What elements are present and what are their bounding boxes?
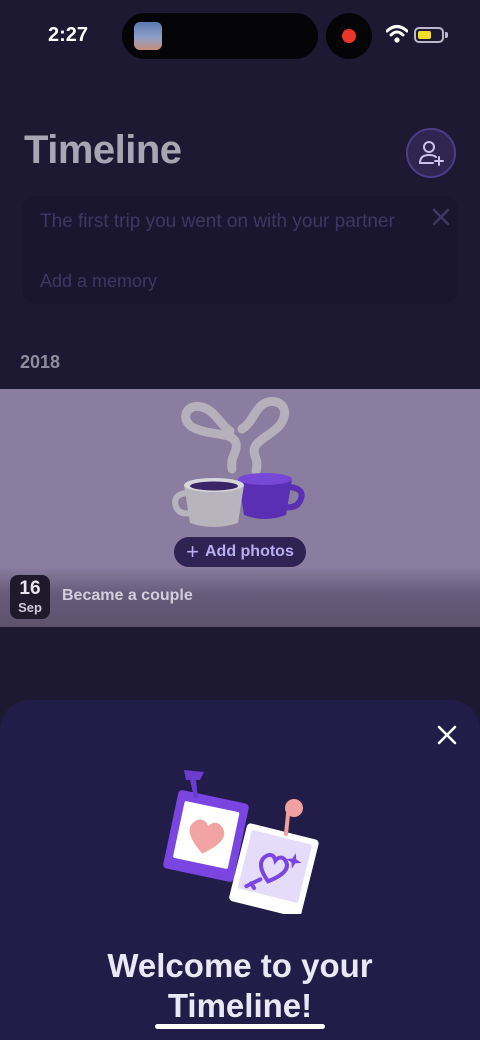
plus-icon: + (186, 539, 199, 564)
pinned-photos-icon (163, 770, 319, 914)
date-badge: 16 Sep (10, 575, 50, 619)
battery-cap (445, 32, 448, 38)
recording-indicator[interactable] (326, 13, 372, 59)
close-icon[interactable] (436, 724, 458, 746)
home-indicator[interactable] (155, 1024, 325, 1029)
battery-icon (414, 27, 444, 43)
add-photos-label: Add photos (204, 543, 294, 560)
page-title: Timeline (24, 128, 182, 172)
status-bar: 2:27 (0, 0, 480, 72)
suggestion-text: The first trip you went on with your par… (40, 211, 395, 232)
dynamic-island[interactable] (122, 13, 318, 59)
memory-title: Became a couple (62, 587, 193, 604)
year-heading: 2018 (20, 352, 61, 372)
memory-suggestion-card[interactable]: The first trip you went on with your par… (22, 196, 458, 304)
date-day: 16 (19, 578, 41, 599)
wifi-icon (386, 25, 408, 43)
add-photos-button[interactable]: + Add photos (174, 537, 306, 567)
close-icon[interactable] (430, 206, 452, 228)
status-time: 2:27 (48, 24, 89, 46)
add-memory-link[interactable]: Add a memory (40, 271, 157, 292)
add-partner-button[interactable] (406, 128, 456, 178)
memory-card[interactable]: + Add photos 16 Sep Became a couple (0, 389, 480, 627)
coffee-cups-icon (172, 397, 305, 527)
record-dot-icon (342, 29, 356, 43)
date-month: Sep (18, 600, 42, 615)
battery-level (418, 31, 431, 39)
add-person-icon (419, 141, 444, 166)
welcome-sheet: Welcome to your Timeline! (0, 700, 480, 1040)
live-activity-thumbnail (134, 22, 162, 50)
sheet-title: Welcome to your Timeline! (107, 947, 373, 1024)
